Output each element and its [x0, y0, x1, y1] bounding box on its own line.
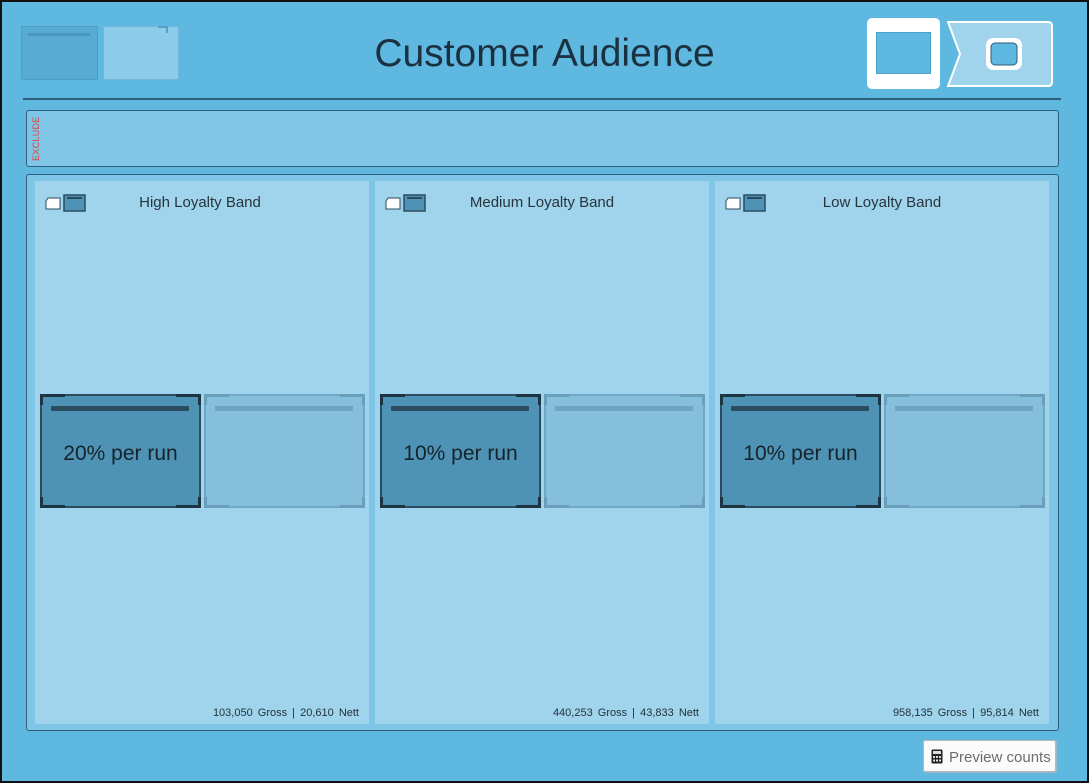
band-low-loyalty[interactable]: Low Loyalty Band 10% per run 958,135 Gro… — [715, 181, 1049, 724]
nett-label: Nett — [678, 707, 699, 719]
segment-rate: 10% per run — [743, 442, 858, 465]
view-expanded-button[interactable] — [946, 21, 1053, 87]
nett-count: 20,610 — [300, 707, 334, 719]
band-counts: 103,050 Gross | 20,610 Nett — [211, 707, 359, 719]
nett-count: 43,833 — [640, 707, 674, 719]
band-title: High Loyalty Band — [139, 194, 261, 211]
expand-arrow-icon — [946, 21, 1053, 87]
panel-icon — [876, 32, 931, 74]
gross-count: 958,135 — [892, 707, 933, 719]
count-separator: | — [292, 707, 296, 719]
exclude-label: EXCLUDE — [31, 116, 41, 161]
audience-canvas: Customer Audience EXCLUDE High Loyalty B… — [0, 0, 1089, 783]
gross-count: 103,050 — [212, 707, 253, 719]
nett-label: Nett — [1018, 707, 1039, 719]
gross-label: Gross — [597, 707, 628, 719]
gross-label: Gross — [257, 707, 288, 719]
count-separator: | — [972, 707, 976, 719]
segment-cell-active[interactable]: 10% per run — [720, 394, 881, 508]
band-title: Low Loyalty Band — [822, 194, 942, 211]
band-counts: 440,253 Gross | 43,833 Nett — [551, 707, 699, 719]
band-high-loyalty[interactable]: High Loyalty Band 20% per run 103,050 Gr… — [35, 181, 369, 724]
count-separator: | — [632, 707, 636, 719]
preview-counts-button[interactable]: Preview counts — [923, 740, 1056, 772]
gross-count: 440,253 — [552, 707, 593, 719]
nett-label: Nett — [338, 707, 359, 719]
preview-counts-label: Preview counts — [949, 749, 1051, 766]
band-medium-loyalty[interactable]: Medium Loyalty Band 10% per run 440,253 … — [375, 181, 709, 724]
segment-rate: 20% per run — [63, 442, 178, 465]
nett-count: 95,814 — [980, 707, 1014, 719]
segment-cell-active[interactable]: 20% per run — [40, 394, 201, 508]
loyalty-bands: High Loyalty Band 20% per run 103,050 Gr… — [26, 174, 1059, 731]
gross-label: Gross — [937, 707, 968, 719]
segment-cell-empty[interactable] — [884, 394, 1045, 508]
view-collapsed-button[interactable] — [867, 18, 940, 89]
segment-rate: 10% per run — [403, 442, 518, 465]
header-divider — [23, 98, 1061, 100]
exclude-dropzone[interactable]: EXCLUDE — [26, 110, 1059, 167]
band-title: Medium Loyalty Band — [469, 194, 615, 211]
segment-cell-empty[interactable] — [204, 394, 365, 508]
calculator-icon — [931, 749, 943, 764]
band-counts: 958,135 Gross | 95,814 Nett — [891, 707, 1039, 719]
segment-cell-empty[interactable] — [544, 394, 705, 508]
segment-cell-active[interactable]: 10% per run — [380, 394, 541, 508]
